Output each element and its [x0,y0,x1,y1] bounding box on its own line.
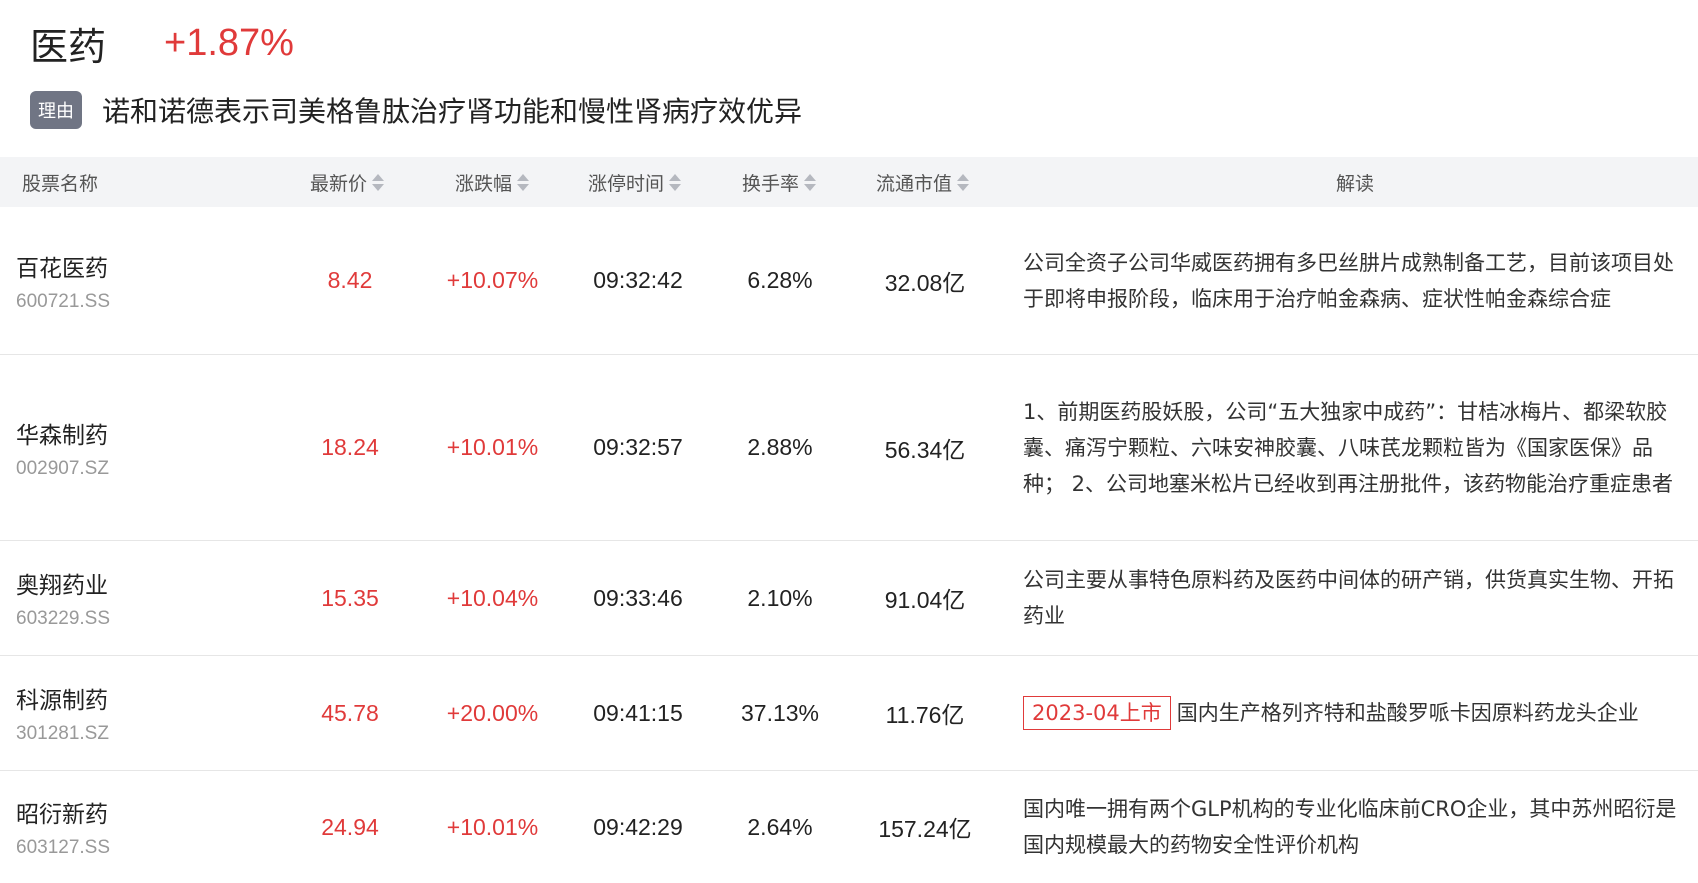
stock-cell[interactable]: 科源制药 301281.SZ [16,656,109,770]
reason-badge: 理由 [30,91,82,129]
interpretation-text: 国内唯一拥有两个GLP机构的专业化临床前CRO企业，其中苏州昭衍是国内规模最大的… [1023,797,1677,857]
header-price-label: 最新价 [310,172,368,195]
stock-name[interactable]: 昭衍新药 [16,795,108,829]
sort-icon[interactable] [957,173,970,191]
stock-code: 603229.SS [16,608,111,629]
stock-code: 603127.SS [16,837,111,858]
sort-icon[interactable] [372,173,385,191]
stock-name[interactable]: 华森制药 [16,416,108,450]
turnover-cell: 2.88% [747,434,813,460]
change-cell: +10.01% [446,434,539,460]
header-interpretation-label: 解读 [1336,172,1375,195]
table-row[interactable]: 科源制药 301281.SZ 45.78 +20.00% 09:41:15 37… [0,656,1698,771]
header-stock-name-label: 股票名称 [22,172,99,195]
stock-cell[interactable]: 百花医药 600721.SS [16,207,110,354]
change-cell: +10.07% [446,267,539,293]
sort-icon[interactable] [804,173,817,191]
market-cap-cell: 11.76亿 [885,702,965,728]
market-cap-cell: 157.24亿 [878,816,972,842]
interpretation-text: 1、前期医药股妖股，公司“五大独家中成药”：甘桔冰梅片、都梁软胶囊、痛泻宁颗粒、… [1023,399,1674,496]
limit-time-cell: 09:42:29 [593,813,683,840]
stock-name[interactable]: 科源制药 [16,681,108,715]
sort-icon[interactable] [517,173,530,191]
interpretation-text: 公司全资子公司华威医药拥有多巴丝肼片成熟制备工艺，目前该项目处于即将申报阶段，临… [1023,250,1674,311]
interpretation-cell: 国内唯一拥有两个GLP机构的专业化临床前CRO企业，其中苏州昭衍是国内规模最大的… [1023,771,1693,883]
interpretation-cell: 公司主要从事特色原料药及医药中间体的研产销，供货真实生物、开拓药业 [1023,541,1693,655]
limit-time-cell: 09:32:42 [593,267,683,293]
market-cap-cell: 91.04亿 [884,587,966,613]
interpretation-body: 国内生产格列齐特和盐酸罗哌卡因原料药龙头企业 [1176,701,1639,725]
market-cap-cell: 56.34亿 [884,436,966,463]
sector-header: 医药 +1.87% [30,18,294,69]
table-row[interactable]: 奥翔药业 603229.SS 15.35 +10.04% 09:33:46 2.… [0,541,1698,656]
limit-time-cell: 09:33:46 [593,584,683,611]
turnover-cell: 6.28% [747,267,813,293]
header-price[interactable]: 最新价 [310,157,385,207]
header-market-cap-label: 流通市值 [876,172,953,195]
change-cell: +10.01% [446,813,539,840]
table-row[interactable]: 百花医药 600721.SS 8.42 +10.07% 09:32:42 6.2… [0,207,1698,355]
header-turnover-label: 换手率 [742,172,800,195]
price-cell: 15.35 [321,584,379,611]
reason-line: 理由 诺和诺德表示司美格鲁肽治疗肾功能和慢性肾病疗效优异 [30,90,802,130]
header-limit-time-label: 涨停时间 [588,172,665,195]
stock-code: 301281.SZ [16,723,109,744]
table-row[interactable]: 华森制药 002907.SZ 18.24 +10.01% 09:32:57 2.… [0,355,1698,541]
stock-cell[interactable]: 昭衍新药 603127.SS [16,771,110,883]
sort-icon[interactable] [669,173,682,191]
price-cell: 24.94 [321,813,379,840]
interpretation-cell: 2023-04上市 国内生产格列齐特和盐酸罗哌卡因原料药龙头企业 [1023,656,1693,770]
market-cap-cell: 32.08亿 [884,269,966,296]
stock-cell[interactable]: 奥翔药业 603229.SS [16,541,110,655]
change-cell: +10.04% [446,584,539,611]
stock-name[interactable]: 奥翔药业 [16,566,108,600]
stock-code: 002907.SZ [16,457,109,479]
stock-code: 600721.SS [16,290,111,312]
header-change-label: 涨跌幅 [455,172,513,195]
table-row[interactable]: 昭衍新药 603127.SS 24.94 +10.01% 09:42:29 2.… [0,771,1698,883]
stock-name[interactable]: 百花医药 [16,249,108,283]
reason-text: 诺和诺德表示司美格鲁肽治疗肾功能和慢性肾病疗效优异 [102,95,803,128]
header-change[interactable]: 涨跌幅 [455,157,530,207]
interpretation-cell: 1、前期医药股妖股，公司“五大独家中成药”：甘桔冰梅片、都梁软胶囊、痛泻宁颗粒、… [1023,355,1693,540]
price-cell: 45.78 [321,699,379,726]
limit-time-cell: 09:32:57 [593,434,683,460]
change-cell: +20.00% [446,699,539,726]
sector-change: +1.87% [164,21,294,64]
price-cell: 8.42 [327,267,373,293]
stock-cell[interactable]: 华森制药 002907.SZ [16,355,109,540]
price-cell: 18.24 [321,434,379,460]
header-limit-time[interactable]: 涨停时间 [588,157,682,207]
header-market-cap[interactable]: 流通市值 [876,157,970,207]
interpretation-text: 2023-04上市 国内生产格列齐特和盐酸罗哌卡因原料药龙头企业 [1023,695,1639,731]
sector-name: 医药 [30,24,107,69]
turnover-cell: 37.13% [740,699,819,726]
listing-tag: 2023-04上市 [1023,696,1171,730]
interpretation-text: 公司主要从事特色原料药及医药中间体的研产销，供货真实生物、开拓药业 [1023,568,1674,628]
header-interpretation: 解读 [1336,157,1374,207]
header-stock-name: 股票名称 [22,157,98,207]
stock-table: 股票名称 最新价 涨跌幅 涨停时间 换手率 流通市值 解读 百花医药 60072… [0,157,1698,883]
header-turnover[interactable]: 换手率 [742,157,817,207]
table-header: 股票名称 最新价 涨跌幅 涨停时间 换手率 流通市值 解读 [0,157,1698,207]
interpretation-cell: 公司全资子公司华威医药拥有多巴丝肼片成熟制备工艺，目前该项目处于即将申报阶段，临… [1023,207,1693,354]
turnover-cell: 2.64% [747,813,813,840]
turnover-cell: 2.10% [747,584,813,611]
limit-time-cell: 09:41:15 [593,699,683,726]
